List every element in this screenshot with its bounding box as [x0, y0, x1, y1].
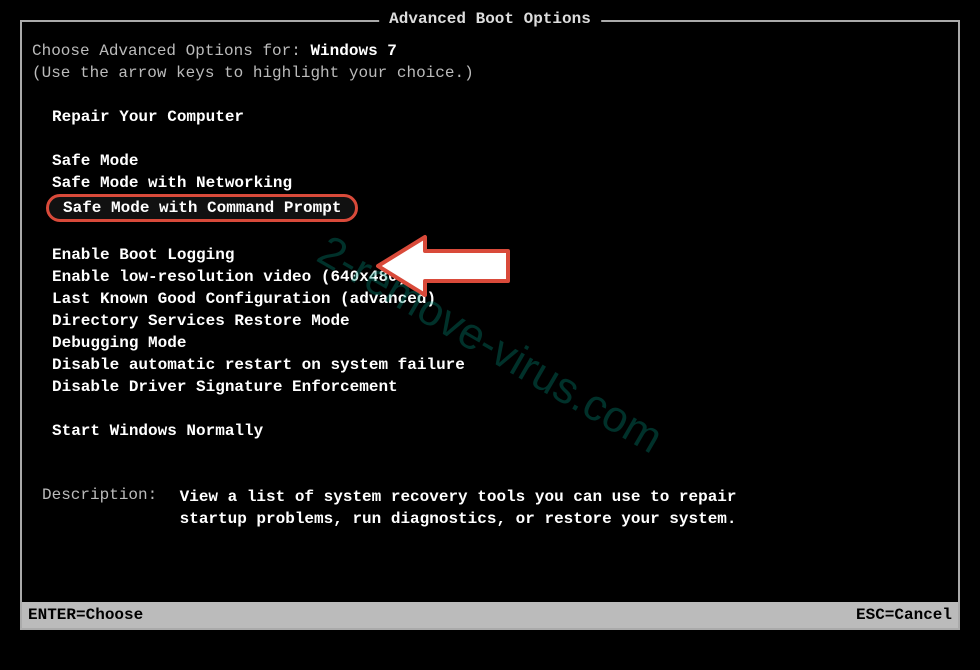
description-text: View a list of system recovery tools you…: [180, 486, 740, 530]
choose-line: Choose Advanced Options for: Windows 7: [32, 40, 948, 62]
option-start-windows-normally[interactable]: Start Windows Normally: [32, 420, 948, 442]
option-safe-mode[interactable]: Safe Mode: [32, 150, 948, 172]
option-disable-auto-restart[interactable]: Disable automatic restart on system fail…: [32, 354, 948, 376]
group-normal: Start Windows Normally: [32, 420, 948, 442]
option-directory-services-restore[interactable]: Directory Services Restore Mode: [32, 310, 948, 332]
description-block: Description: View a list of system recov…: [32, 486, 948, 530]
option-safe-mode-networking[interactable]: Safe Mode with Networking: [32, 172, 948, 194]
option-enable-boot-logging[interactable]: Enable Boot Logging: [32, 244, 948, 266]
os-name: Windows 7: [310, 42, 396, 60]
option-disable-driver-sig[interactable]: Disable Driver Signature Enforcement: [32, 376, 948, 398]
option-last-known-good[interactable]: Last Known Good Configuration (advanced): [32, 288, 948, 310]
option-safe-mode-command-prompt-selected[interactable]: Safe Mode with Command Prompt: [46, 194, 358, 222]
hint-line: (Use the arrow keys to highlight your ch…: [32, 62, 948, 84]
group-other: Enable Boot Logging Enable low-resolutio…: [32, 244, 948, 398]
choose-label: Choose Advanced Options for:: [32, 42, 310, 60]
option-repair-your-computer[interactable]: Repair Your Computer: [32, 106, 948, 128]
group-safe-mode: Safe Mode Safe Mode with Networking Safe…: [32, 150, 948, 222]
highlight-row: Safe Mode with Command Prompt: [32, 194, 948, 222]
content-area: Choose Advanced Options for: Windows 7 (…: [22, 22, 958, 530]
group-repair: Repair Your Computer: [32, 106, 948, 128]
description-label: Description:: [42, 486, 170, 504]
boot-options-frame: Advanced Boot Options Choose Advanced Op…: [20, 20, 960, 630]
footer-bar: ENTER=Choose ESC=Cancel: [22, 602, 958, 628]
footer-enter: ENTER=Choose: [28, 606, 143, 624]
option-debugging-mode[interactable]: Debugging Mode: [32, 332, 948, 354]
window-title: Advanced Boot Options: [379, 10, 601, 28]
footer-esc: ESC=Cancel: [856, 606, 952, 624]
option-low-res-video[interactable]: Enable low-resolution video (640x480): [32, 266, 948, 288]
